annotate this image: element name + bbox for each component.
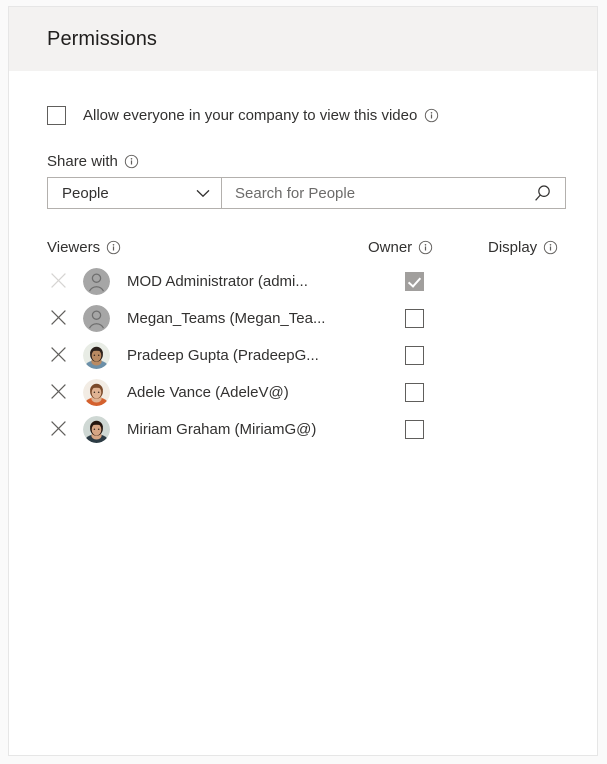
viewer-name: Megan_Teams (Megan_Tea... [127,310,326,327]
close-x-icon[interactable] [50,309,67,326]
owner-checkbox [405,272,424,291]
info-icon[interactable] [418,240,433,255]
share-with-dropdown[interactable]: People [47,177,222,209]
table-row: MOD Administrator (admi... [47,263,559,300]
allow-everyone-checkbox[interactable] [47,106,66,125]
chevron-down-icon [196,189,210,198]
owner-checkbox[interactable] [405,346,424,365]
close-x-icon[interactable] [50,420,67,437]
avatar [83,342,110,369]
viewer-name: Miriam Graham (MiriamG@) [127,421,317,438]
column-header-display-label: Display [488,239,538,256]
search-input[interactable] [235,184,533,202]
search-icon[interactable] [533,184,552,203]
column-header-owner: Owner [368,239,433,256]
info-icon[interactable] [124,154,139,169]
table-rows: MOD Administrator (admi... Megan_Teams (M… [47,263,559,448]
table-row: Megan_Teams (Megan_Tea... [47,300,559,337]
column-header-viewers-label: Viewers [47,239,101,256]
avatar [83,268,110,295]
panel-body: Allow everyone in your company to view t… [9,106,597,448]
share-with-label-row: Share with [47,153,559,170]
allow-everyone-label: Allow everyone in your company to view t… [83,107,418,124]
avatar [83,305,110,332]
info-icon[interactable] [106,240,121,255]
column-header-viewers: Viewers [47,239,121,256]
permissions-panel: Permissions Allow everyone in your compa… [8,6,598,756]
table-header-row: Viewers Owner Display [47,239,559,263]
owner-checkbox[interactable] [405,383,424,402]
viewers-table: Viewers Owner Display MOD Administrator … [47,239,559,448]
info-icon[interactable] [543,240,558,255]
close-x-icon [50,272,67,289]
allow-everyone-row[interactable]: Allow everyone in your company to view t… [47,106,559,125]
close-x-icon[interactable] [50,346,67,363]
share-with-controls: People [47,177,566,209]
avatar [83,379,110,406]
info-icon[interactable] [424,108,439,123]
close-x-icon[interactable] [50,383,67,400]
page-title: Permissions [47,27,158,50]
avatar [83,416,110,443]
search-field-wrapper[interactable] [222,177,566,209]
panel-header: Permissions [9,7,597,71]
viewer-name: Adele Vance (AdeleV@) [127,384,289,401]
owner-checkbox[interactable] [405,420,424,439]
share-with-label: Share with [47,153,118,170]
viewer-name: MOD Administrator (admi... [127,273,308,290]
viewer-name: Pradeep Gupta (PradeepG... [127,347,319,364]
column-header-display: Display [488,239,558,256]
table-row: Miriam Graham (MiriamG@) [47,411,559,448]
column-header-owner-label: Owner [368,239,413,256]
table-row: Adele Vance (AdeleV@) [47,374,559,411]
table-row: Pradeep Gupta (PradeepG... [47,337,559,374]
share-with-dropdown-value: People [62,184,109,202]
owner-checkbox[interactable] [405,309,424,328]
